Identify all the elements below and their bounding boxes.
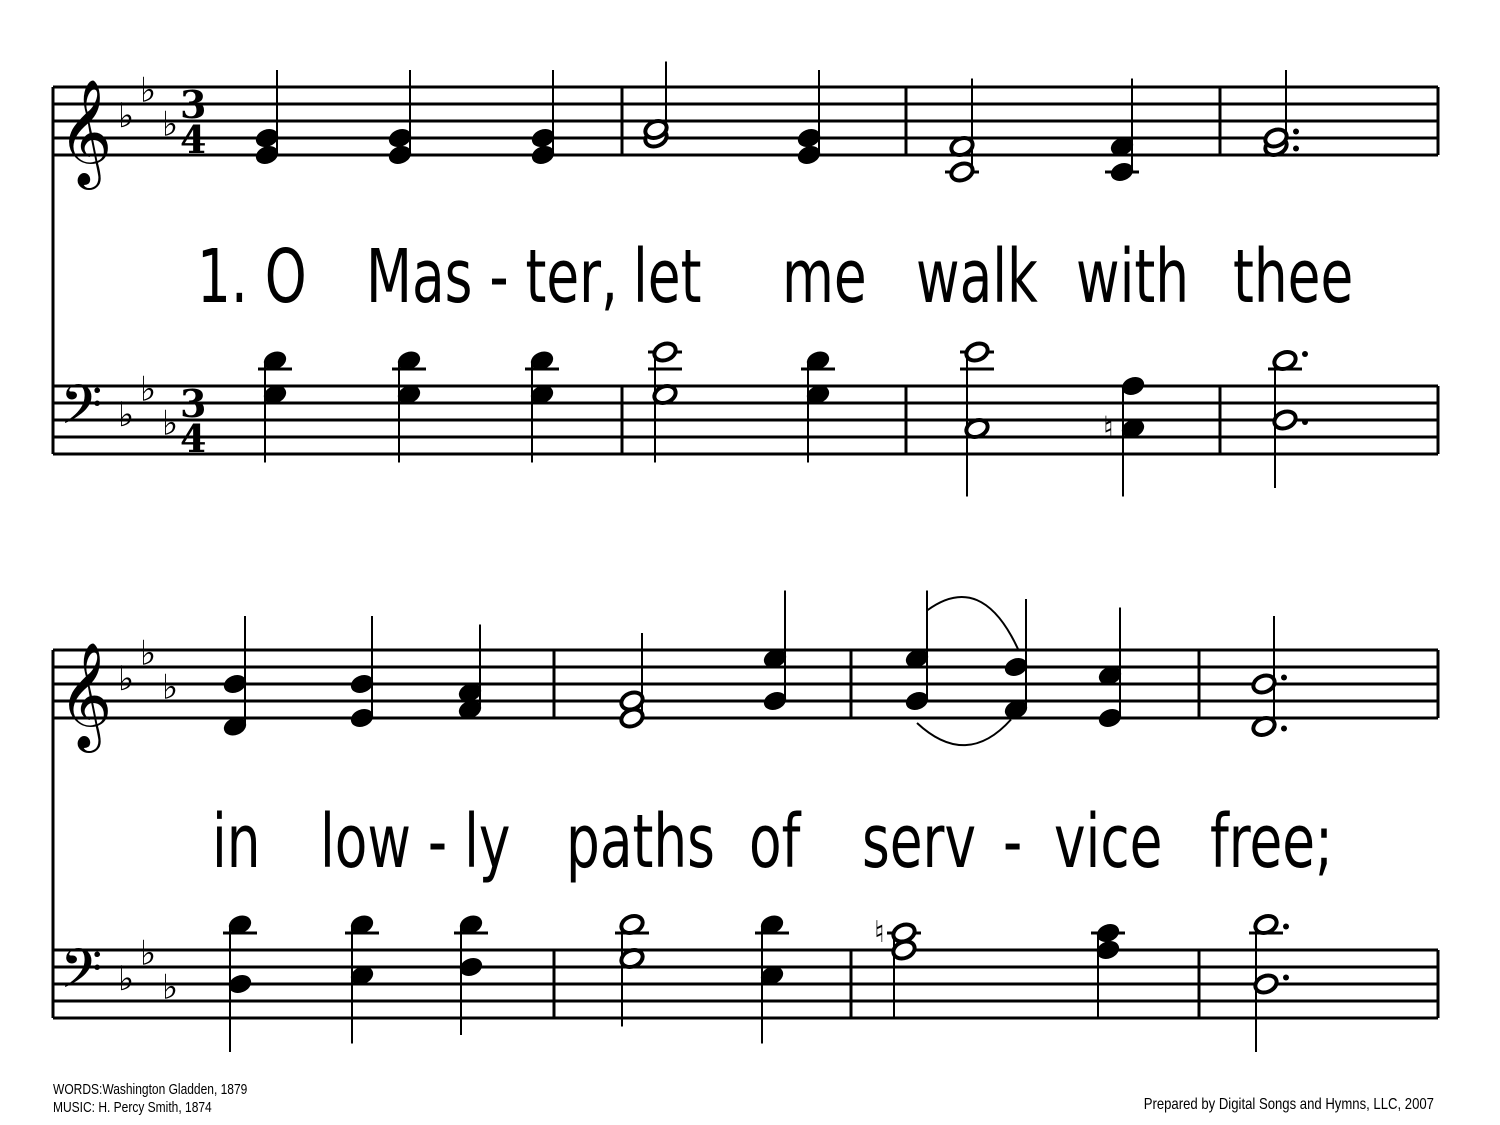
tie-slur-above [926,596,1019,650]
lyric-syllable: walk [916,234,1038,320]
flat-icon: ♭ [118,659,134,699]
lyric-syllable: serv [862,799,976,885]
bass-clef-icon: 𝄢 [60,937,102,1014]
dot-icon [1281,725,1287,732]
time-signature-bottom: 4 [180,117,206,162]
lyric-syllable: paths [566,799,715,885]
dot-icon [1281,674,1287,681]
dot-icon [1283,923,1289,930]
flat-icon: ♭ [162,404,178,444]
flat-icon: ♭ [140,71,156,111]
flat-icon: ♭ [140,370,156,410]
sheet-music-score: 𝄞𝄢♭♭♭♭♭♭3434 ♮𝄞𝄢♭♭♭♭♭♭♮ [51,61,1440,1052]
flat-icon: ♭ [140,934,156,974]
dot-icon [1293,128,1299,135]
lyric-syllable: free; [1210,799,1334,885]
lyric-syllable: me [782,234,867,320]
treble-clef-icon: 𝄞 [58,641,112,753]
flat-icon: ♭ [118,96,134,136]
dot-icon [1302,419,1308,425]
lyric-syllable: - [1003,799,1023,885]
natural-icon: ♮ [874,915,885,950]
dot-icon [1302,351,1308,357]
dot-icon [1293,145,1299,152]
lyric-syllable: in [212,799,261,885]
lyric-syllable: vice [1054,799,1163,885]
words-credit: WORDS:Washington Gladden, 1879 [53,1081,248,1098]
dot-icon [1283,974,1289,981]
natural-icon: ♮ [1103,411,1114,446]
lyric-syllable: thee [1233,234,1354,320]
prepared-by-credit: Prepared by Digital Songs and Hymns, LLC… [1143,1096,1434,1113]
flat-icon: ♭ [118,959,134,999]
flat-icon: ♭ [162,105,178,145]
lyric-syllable: with [1076,234,1190,320]
music-credit: MUSIC: H. Percy Smith, 1874 [53,1099,212,1116]
flat-icon: ♭ [140,634,156,674]
flat-icon: ♭ [118,395,134,435]
flat-icon: ♭ [162,968,178,1008]
lyric-syllable: let [633,234,702,320]
treble-clef-icon: 𝄞 [58,78,112,190]
time-signature-bottom: 4 [180,416,206,461]
lyric-syllable: of [749,799,801,885]
lyric-syllable: Mas - ter, [366,234,618,320]
lyric-syllable: low - ly [320,799,511,885]
bass-clef-icon: 𝄢 [60,373,102,450]
tie-slur-below [916,718,1012,747]
lyric-syllable: 1. O [197,234,307,320]
flat-icon: ♭ [162,668,178,708]
